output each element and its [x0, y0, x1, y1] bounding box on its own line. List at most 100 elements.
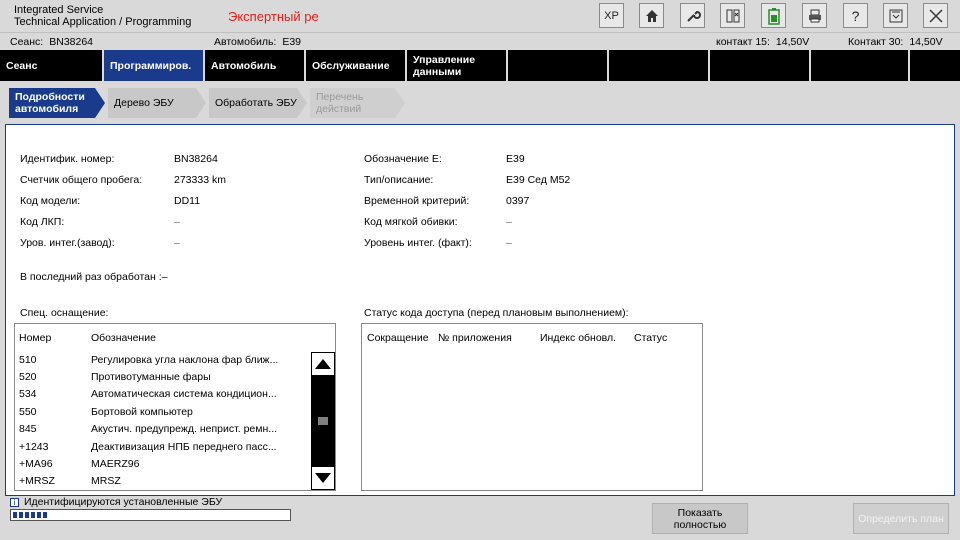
scroll-up-button[interactable] [312, 353, 334, 375]
triangle-down-icon [315, 473, 331, 483]
vin-value: BN38264 [174, 153, 218, 165]
col-number-header: Номер [19, 332, 52, 344]
nav-empty-3 [710, 50, 811, 81]
info-icon: i [10, 498, 19, 507]
title-bar: Integrated Service Technical Application… [0, 0, 960, 32]
equipment-number: +MRSZ [19, 475, 55, 487]
last-processed: В последний раз обработан :– [20, 271, 168, 283]
equipment-name: MRSZ [91, 475, 121, 487]
progress-segment [25, 512, 29, 518]
model-code-value: DD11 [174, 195, 201, 207]
equipment-name: Акустич. предупрежд. неприст. ремн... [91, 423, 278, 435]
progress-segment [31, 512, 35, 518]
wrench-icon [686, 10, 701, 22]
progress-fill [13, 512, 47, 518]
tools-button[interactable] [680, 3, 705, 28]
app-title-line2: Technical Application / Programming [14, 16, 192, 28]
battery-icon [767, 7, 780, 25]
home-button[interactable] [639, 3, 664, 28]
nav-data-management[interactable]: Управление данными [407, 50, 508, 81]
tab-ecu-tree[interactable]: Дерево ЭБУ [108, 88, 206, 118]
mode-title: Экспертный ре [228, 9, 319, 24]
paint-code-label: Код ЛКП: [20, 216, 65, 228]
session-label: Сеанс: [10, 36, 44, 48]
access-status-table[interactable]: Сокращение № приложения Индекс обновл. С… [361, 323, 703, 491]
upholstery-code-value: – [506, 216, 512, 228]
ecu-button[interactable] [720, 3, 745, 28]
battery-button[interactable] [761, 3, 786, 28]
equipment-number: 510 [19, 354, 37, 366]
nav-service[interactable]: Обслуживание [306, 50, 407, 81]
integration-actual-value: – [506, 237, 512, 249]
vehicle-label: Автомобиль: [214, 36, 277, 48]
col-app-header: № приложения [438, 332, 512, 344]
paint-code-value: – [174, 216, 180, 228]
equipment-name: Автоматическая система кондицион... [91, 388, 277, 400]
session-info: Сеанс: BN38264 [10, 36, 93, 48]
nav-programming[interactable]: Программиров. [104, 50, 205, 81]
k15-label: контакт 15: [716, 36, 770, 48]
close-icon [928, 8, 943, 23]
equipment-number: 845 [19, 423, 37, 435]
equipment-scrollbar[interactable] [311, 352, 335, 490]
col-index-header: Индекс обновл. [540, 332, 617, 344]
tab-vehicle-details[interactable]: Подробности автомобиля [9, 88, 105, 118]
progress-segment [13, 512, 17, 518]
k30-value: 14,50V [909, 36, 943, 48]
equipment-list[interactable]: Номер Обозначение 510 Регулировка угла на… [14, 323, 336, 491]
equipment-name: Деактивизация НПБ переднего пасс... [91, 441, 277, 453]
progress-segment [43, 512, 47, 518]
k30-info: Контакт 30: 14,50V [848, 36, 943, 48]
nav-empty-5 [910, 50, 960, 81]
scroll-thumb[interactable] [312, 375, 334, 467]
k30-label: Контакт 30: [848, 36, 904, 48]
grip-icon [318, 417, 328, 425]
help-button[interactable]: ? [843, 3, 868, 28]
nav-empty-4 [811, 50, 910, 81]
minimize-button[interactable] [883, 3, 908, 28]
tab-process-ecu[interactable]: Обработать ЭБУ [209, 88, 307, 118]
minimize-icon [889, 9, 902, 22]
equipment-number: 550 [19, 406, 37, 418]
xp-button[interactable]: XP [599, 3, 624, 28]
show-full-button[interactable]: Показать полностью [652, 503, 748, 534]
info-bar: Сеанс: BN38264 Автомобиль: E39 контакт 15:… [0, 32, 960, 50]
session-value: BN38264 [49, 36, 94, 48]
mileage-label: Счетчик общего пробега: [20, 174, 143, 186]
vehicle-value: E39 [282, 36, 302, 48]
ecu-icon [726, 9, 739, 22]
nav-empty-2 [609, 50, 710, 81]
vehicle-info: Автомобиль: E39 [214, 36, 301, 48]
type-value: E39 Сед M52 [506, 174, 571, 186]
vin-label: Идентифик. номер: [20, 153, 115, 165]
print-button[interactable] [802, 3, 827, 28]
progress-bar [10, 509, 291, 521]
determine-plan-button[interactable]: Определить план [853, 503, 949, 534]
equipment-number: 534 [19, 388, 37, 400]
progress-segment [19, 512, 23, 518]
integration-plant-value: – [174, 237, 180, 249]
nav-vehicle[interactable]: Автомобиль [205, 50, 306, 81]
upholstery-code-label: Код мягкой обивки: [364, 216, 458, 228]
access-status-title: Статус кода доступа (перед плановым выпо… [364, 307, 629, 319]
e-designation-label: Обозначение E: [364, 153, 442, 165]
progress-segment [37, 512, 41, 518]
model-code-label: Код модели: [20, 195, 81, 207]
equipment-name: Регулировка угла наклона фар ближ... [91, 354, 279, 366]
mileage-value: 273333 km [174, 174, 226, 186]
equipment-name: Противотуманные фары [91, 371, 211, 383]
nav-session[interactable]: Сеанс [0, 50, 104, 81]
vehicle-details-panel: Идентифик. номер: BN38264 Счетчик общего… [5, 124, 955, 496]
app-title: Integrated Service Technical Application… [14, 4, 191, 28]
close-button[interactable] [923, 3, 948, 28]
main-nav: Сеанс Программиров. Автомобиль Обслужива… [0, 50, 960, 81]
e-designation-value: E39 [506, 153, 525, 165]
equipment-number: +MA96 [19, 458, 53, 470]
home-icon [645, 9, 658, 22]
tab-action-list[interactable]: Перечень действий [310, 88, 405, 118]
equipment-name: MAERZ96 [91, 458, 140, 470]
equipment-number: 520 [19, 371, 37, 383]
time-criterion-value: 0397 [506, 195, 530, 207]
equipment-number: +1243 [19, 441, 49, 453]
scroll-down-button[interactable] [312, 467, 334, 489]
